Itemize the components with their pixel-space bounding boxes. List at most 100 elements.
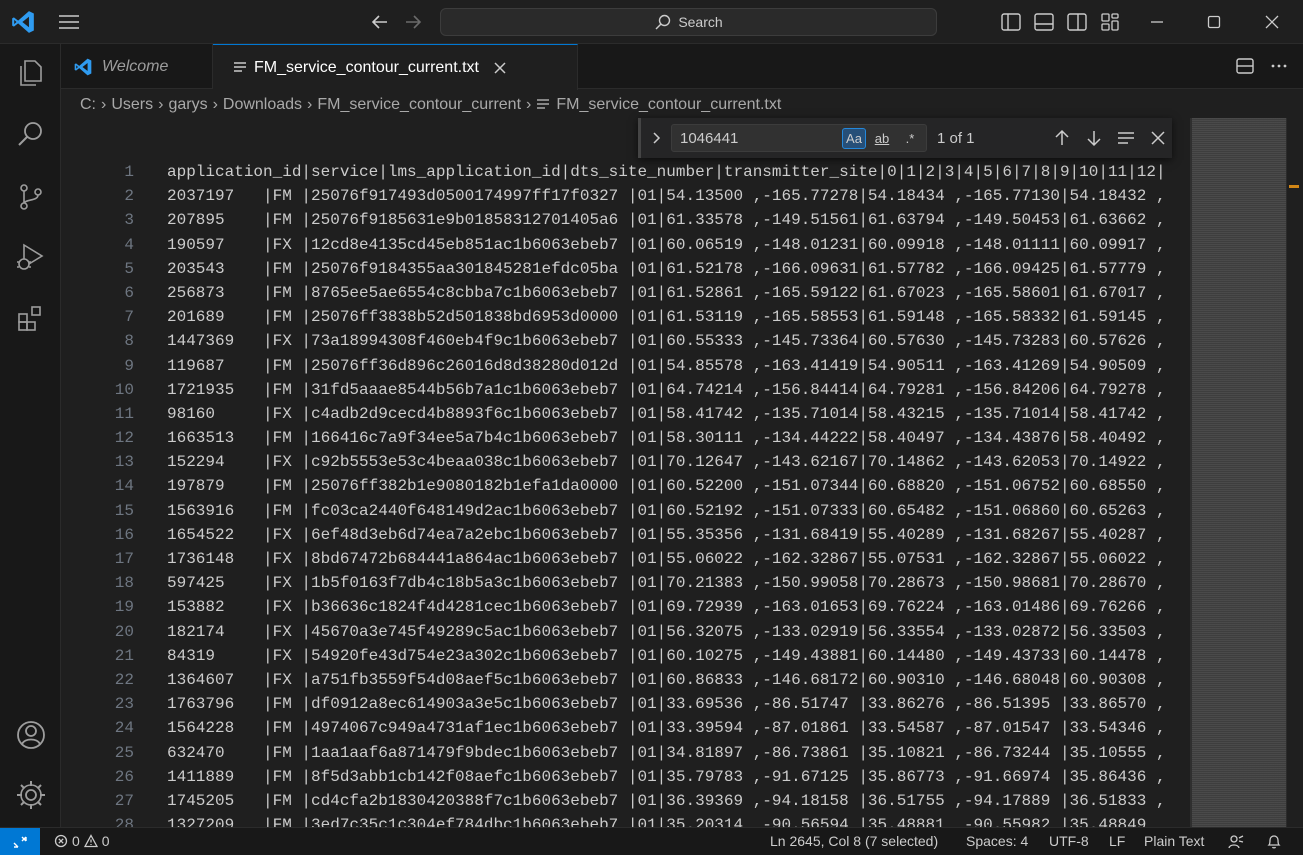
code-line[interactable]: 2037197 |FM |25076f917493d0500174997ff17… [167,184,1187,208]
code-line[interactable]: 119687 |FM |25076ff36d896c26016d8d38280d… [167,354,1187,378]
feedback-icon[interactable] [1228,834,1244,850]
text-file-icon [537,99,550,109]
chevron-right-icon: › [158,96,164,113]
code-line[interactable]: 98160 |FX |c4adb2d9cecd4b8893f6c1b6063eb… [167,402,1187,426]
toggle-secondary-sidebar-icon[interactable] [1066,11,1088,33]
more-actions-icon[interactable] [1269,56,1289,76]
code-line[interactable]: 1563916 |FM |fc03ca2440f648149d2ac1b6063… [167,499,1187,523]
code-line[interactable]: 256873 |FM |8765ee5ae6554c8cbba7c1b6063e… [167,281,1187,305]
close-find-icon[interactable] [1147,127,1169,149]
explorer-icon[interactable] [14,56,48,90]
search-icon[interactable] [14,118,48,152]
code-line[interactable]: 152294 |FX |c92b5553e53c4beaa038c1b6063e… [167,450,1187,474]
breadcrumb-item[interactable]: FM_service_contour_current [317,96,521,114]
encoding[interactable]: UTF-8 [1049,833,1089,849]
problems-indicator[interactable]: 0 0 [54,833,110,849]
find-in-selection-icon[interactable] [1115,127,1137,149]
command-center-search[interactable]: Search [440,8,937,36]
language-mode[interactable]: Plain Text [1144,833,1204,849]
code-line[interactable]: 84319 |FX |54920fe43d754e23a302c1b6063eb… [167,644,1187,668]
code-line[interactable]: 201689 |FM |25076ff3838b52d501838bd6953d… [167,305,1187,329]
code-line[interactable]: 1663513 |FM |166416c7a9f34ee5a7b4c1b6063… [167,426,1187,450]
breadcrumb-item[interactable]: FM_service_contour_current.txt [556,96,781,114]
indentation[interactable]: Spaces: 4 [966,833,1028,849]
vscode-logo[interactable] [10,9,36,35]
remote-indicator[interactable] [0,828,40,855]
line-number: 7 [124,308,134,327]
editor-tabs: Welcome FM_service_contour_current.txt [61,44,1303,90]
line-number: 11 [114,404,134,423]
source-control-icon[interactable] [14,180,48,214]
code-line[interactable]: 203543 |FM |25076f9184355aa301845281efdc… [167,257,1187,281]
line-number: 27 [114,791,134,810]
line-number: 18 [114,574,134,593]
notifications-bell-icon[interactable] [1266,834,1282,850]
maximize-icon[interactable] [1202,10,1226,34]
code-line[interactable]: 597425 |FX |1b5f0163f7db4c18b5a3c1b6063e… [167,571,1187,595]
breadcrumb: C: › Users › garys › Downloads › FM_serv… [80,94,781,116]
code-line[interactable]: 632470 |FM |1aa1aaf6a871479f9bdec1b6063e… [167,741,1187,765]
tab-welcome[interactable]: Welcome [61,44,213,89]
run-debug-icon[interactable] [14,240,48,274]
code-line[interactable]: 197879 |FM |25076ff382b1e9080182b1efa1da… [167,474,1187,498]
activity-bar [0,44,61,827]
minimap[interactable] [1190,118,1286,827]
line-number: 4 [124,235,134,254]
error-count: 0 [72,833,80,849]
warning-count: 0 [101,833,110,849]
code-line[interactable]: 1654522 |FX |6ef48d3eb6d74ea7a2ebc1b6063… [167,523,1187,547]
back-arrow-icon[interactable] [370,12,390,32]
title-bar: Search [0,0,1303,44]
accounts-icon[interactable] [14,718,48,752]
code-line[interactable]: 182174 |FX |45670a3e745f49289c5ac1b6063e… [167,620,1187,644]
close-icon[interactable] [1260,10,1284,34]
chevron-right-icon: › [212,96,218,113]
minimize-icon[interactable] [1145,10,1169,34]
code-line[interactable]: 153882 |FX |b36636c1824f4d4281cec1b6063e… [167,595,1187,619]
chevron-right-icon[interactable] [647,128,667,148]
breadcrumb-item[interactable]: Users [111,96,153,114]
line-number: 23 [114,695,134,714]
cursor-position[interactable]: Ln 2645, Col 8 (7 selected) [770,833,938,849]
regex-toggle[interactable]: .* [898,128,922,149]
extensions-icon[interactable] [14,302,48,336]
line-number: 2 [124,187,134,206]
code-line[interactable]: 1327209 |FM |3ed7c35c1c304ef784dbc1b6063… [167,813,1187,827]
code-line[interactable]: 1736148 |FX |8bd67472b684441a864ac1b6063… [167,547,1187,571]
close-icon[interactable] [491,59,509,77]
split-editor-icon[interactable] [1235,56,1255,76]
minimap-viewport[interactable] [1190,118,1286,827]
code-line[interactable]: 1364607 |FX |a751fb3559f54d08aef5c1b6063… [167,668,1187,692]
code-line[interactable]: 1721935 |FM |31fd5aaae8544b56b7a1c1b6063… [167,378,1187,402]
code-line[interactable]: 1763796 |FM |df0912a8ec614903a3e5c1b6063… [167,692,1187,716]
code-line[interactable]: application_id|service|lms_application_i… [167,160,1187,184]
line-number: 26 [114,767,134,786]
find-input[interactable]: 1046441 Aa ab .* [671,124,927,152]
code-lines[interactable]: application_id|service|lms_application_i… [167,160,1187,827]
line-number: 20 [114,622,134,641]
code-line[interactable]: 190597 |FX |12cd8e4135cd45eb851ac1b6063e… [167,233,1187,257]
forward-arrow-icon[interactable] [403,12,423,32]
code-line[interactable]: 1411889 |FM |8f5d3abb1cb142f08aefc1b6063… [167,765,1187,789]
breadcrumb-item[interactable]: C: [80,96,96,114]
previous-match-icon[interactable] [1051,127,1073,149]
code-line[interactable]: 1564228 |FM |4974067c949a4731af1ec1b6063… [167,716,1187,740]
menu-icon[interactable] [56,10,82,34]
vertical-scrollbar[interactable] [1286,118,1303,827]
toggle-panel-icon[interactable] [1033,11,1055,33]
breadcrumb-item[interactable]: garys [168,96,207,114]
editor-area[interactable]: 1 2 3 4 5 6 7 8 9 10 11 12 13 14 15 16 17 18 19 20 21 22 23 24 2… [61,118,1303,827]
customize-layout-icon[interactable] [1099,11,1121,33]
next-match-icon[interactable] [1083,127,1105,149]
settings-gear-icon[interactable] [14,778,48,812]
line-number: 5 [124,259,134,278]
code-line[interactable]: 1447369 |FX |73a18994308f460eb4f9c1b6063… [167,329,1187,353]
tab-fm-service-contour[interactable]: FM_service_contour_current.txt [213,44,578,90]
match-case-toggle[interactable]: Aa [842,128,866,149]
code-line[interactable]: 1745205 |FM |cd4cfa2b1830420388f7c1b6063… [167,789,1187,813]
end-of-line[interactable]: LF [1109,833,1125,849]
toggle-sidebar-icon[interactable] [1000,11,1022,33]
whole-word-toggle[interactable]: ab [870,128,894,149]
breadcrumb-item[interactable]: Downloads [223,96,302,114]
code-line[interactable]: 207895 |FM |25076f9185631e9b018583127014… [167,208,1187,232]
